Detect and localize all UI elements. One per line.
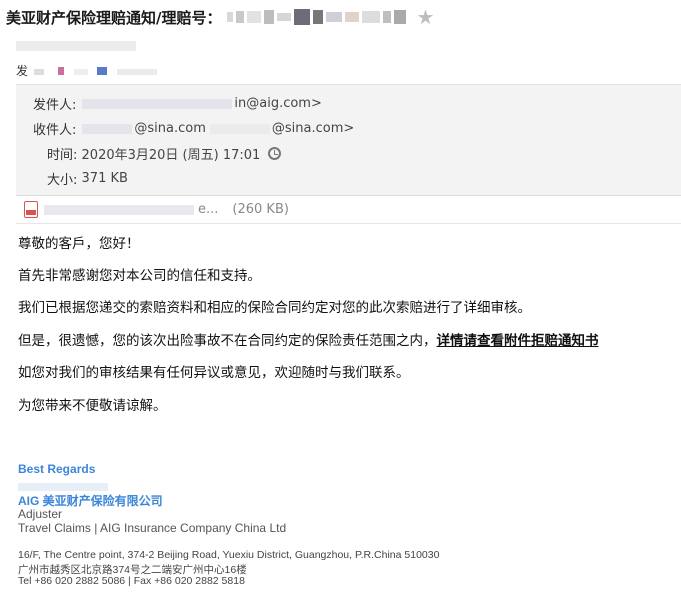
body-paragraph-5: 为您带来不便敬请谅解。 <box>18 398 167 414</box>
size-row: 大小: 371 KB <box>47 169 128 188</box>
sender-prefix: 发 <box>16 64 29 78</box>
to-email-1[interactable]: @sina.com <box>134 121 206 136</box>
subject-bar: 美亚财产保险理赔通知/理赔号： ★ <box>0 0 681 34</box>
size-value: 371 KB <box>81 171 128 186</box>
size-label: 大小: <box>47 173 78 188</box>
body-paragraph-1: 首先非常感谢您对本公司的信任和支持。 <box>18 268 261 284</box>
to-label: 收件人: <box>33 123 77 138</box>
body-paragraph-2: 我们已根据您递交的索赔资料和相应的保险合同约定对您的此次索赔进行了详细审核。 <box>18 300 531 316</box>
redacted-claim-number <box>227 9 407 25</box>
body-paragraph-3-text: 但是，很遗憾，您的该次出险事故不在合同约定的保险责任范围之内， <box>18 333 437 349</box>
email-subject: 美亚财产保险理赔通知/理赔号： <box>6 8 222 27</box>
body-paragraph-3: 但是，很遗憾，您的该次出险事故不在合同约定的保险责任范围之内，详情请查看附件拒赔… <box>18 329 599 349</box>
message-details-panel: 发件人: in@aig.com> 收件人: @sina.com @sina.co… <box>16 84 681 196</box>
history-clock-icon[interactable] <box>268 147 282 160</box>
star-icon[interactable]: ★ <box>416 7 434 27</box>
to-email-2[interactable]: @sina.com> <box>272 121 354 136</box>
sender-name-line <box>16 40 136 54</box>
time-row: 时间: 2020年3月20日 (周五) 17:01 <box>47 144 282 163</box>
signature-phone: Tel +86 020 2882 5086 | Fax +86 020 2882… <box>18 575 245 587</box>
signature-best-regards: Best Regards <box>18 462 96 476</box>
body-paragraph-4: 如您对我们的审核结果有任何异议或意见，欢迎随时与我们联系。 <box>18 365 410 381</box>
attachment-size: (260 KB) <box>232 202 289 217</box>
from-email[interactable]: in@aig.com> <box>234 96 321 111</box>
from-label: 发件人: <box>33 98 77 113</box>
rejection-notice-link[interactable]: 详情请查看附件拒赔通知书 <box>437 333 599 349</box>
time-label: 时间: <box>47 148 78 163</box>
time-value: 2020年3月20日 (周五) 17:01 <box>81 148 261 163</box>
pdf-file-icon <box>24 201 38 218</box>
greeting: 尊敬的客戶，您好！ <box>18 236 140 252</box>
sender-summary-line: 发 <box>16 62 158 79</box>
attachment-name-suffix[interactable]: e... <box>198 202 218 217</box>
signature-department: Travel Claims | AIG Insurance Company Ch… <box>18 521 287 535</box>
attachment-row[interactable]: e... (260 KB) <box>16 196 681 224</box>
from-row: 发件人: in@aig.com> <box>33 94 322 113</box>
signature-title: Adjuster <box>18 507 63 521</box>
redacted-attachment-name <box>44 204 194 215</box>
signature-address-en: 16/F, The Centre point, 374-2 Beijing Ro… <box>18 549 440 561</box>
to-row: 收件人: @sina.com @sina.com> <box>33 119 354 138</box>
